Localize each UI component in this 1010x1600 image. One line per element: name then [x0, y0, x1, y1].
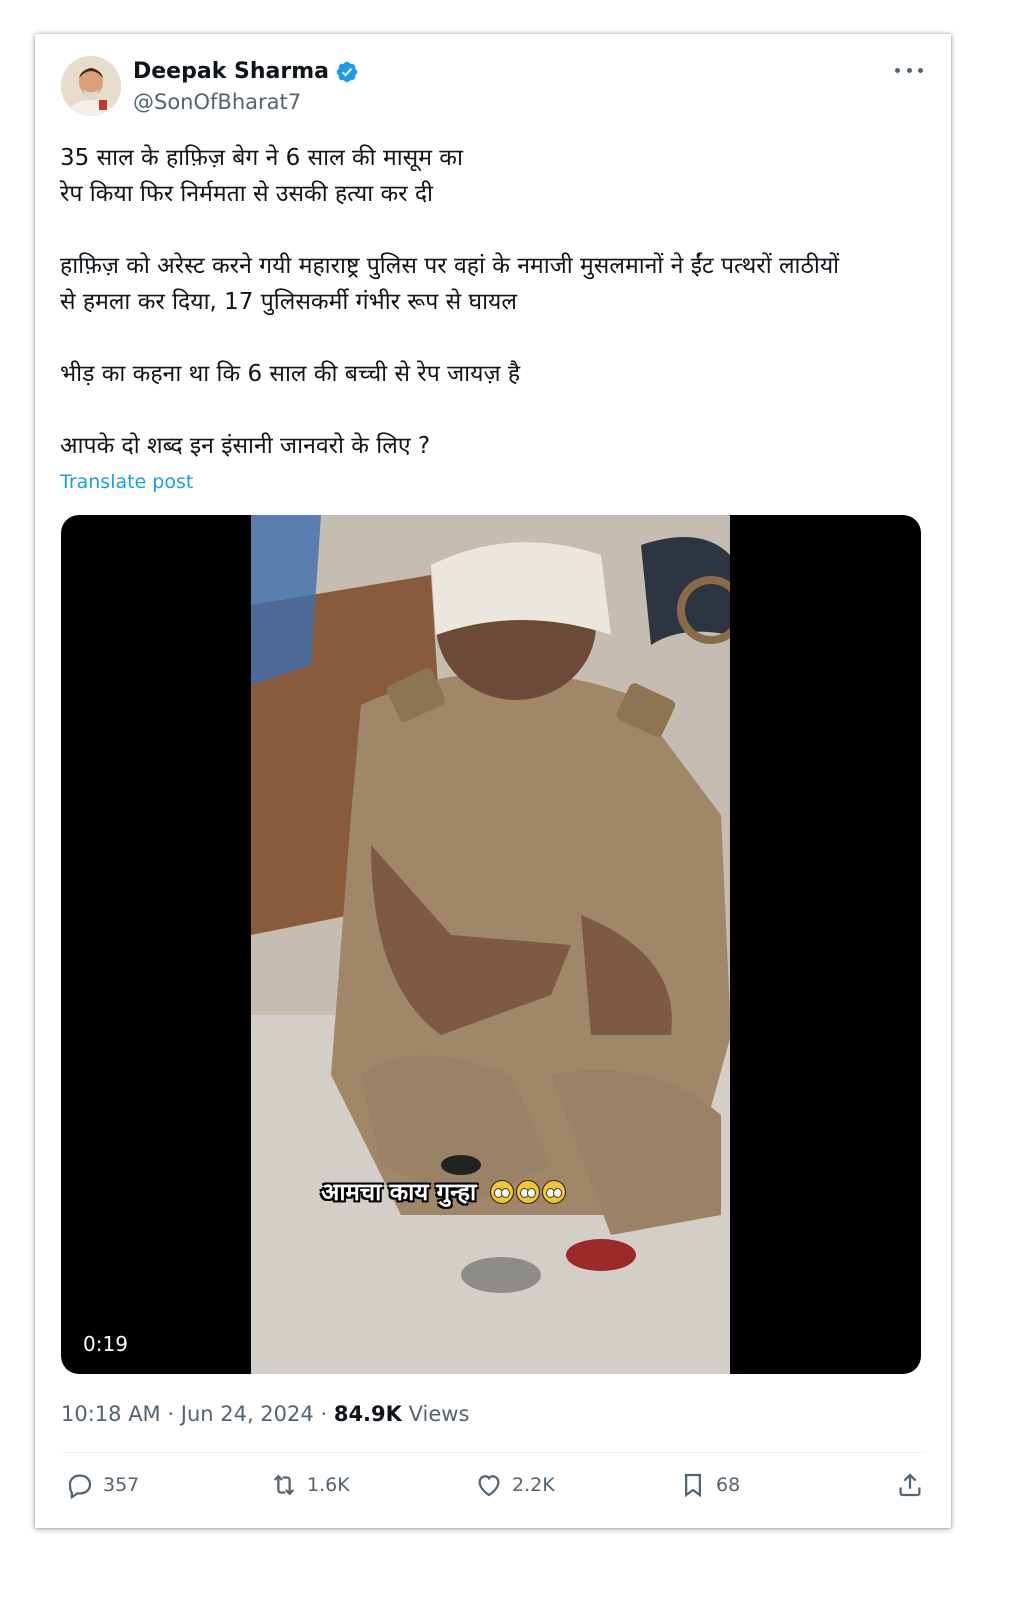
- like-count: 2.2K: [512, 1474, 555, 1496]
- tweet-paragraph: भीड़ का कहना था कि 6 साल की बच्ची से रेप…: [60, 361, 521, 387]
- tweet-text: 35 साल के हाफ़िज़ बेग ने 6 साल की मासूम …: [60, 140, 930, 464]
- video-duration: 0:19: [83, 1332, 128, 1356]
- reply-icon: [68, 1474, 92, 1500]
- dot-icon: [906, 67, 912, 73]
- divider: [61, 1452, 925, 1453]
- verified-badge-icon: [336, 61, 358, 83]
- tweet-date[interactable]: Jun 24, 2024: [181, 1402, 314, 1426]
- tweet-paragraph: आपके दो शब्द इन इंसानी जानवरो के लिए ?: [60, 433, 431, 459]
- repost-button[interactable]: 1.6K: [269, 1470, 350, 1500]
- reply-count: 357: [103, 1474, 140, 1496]
- emoji-group: [490, 1179, 567, 1204]
- video-caption: आमचा काय गुन्हा: [321, 1175, 567, 1208]
- tweet-card: Deepak Sharma @SonOfBharat7 35 साल के हा…: [35, 34, 951, 1528]
- bookmark-count: 68: [716, 1474, 741, 1496]
- bookmark-button[interactable]: 68: [678, 1470, 740, 1500]
- bookmark-icon: [685, 1473, 701, 1498]
- relieved-face-icon: [542, 1179, 567, 1204]
- video-player[interactable]: आमचा काय गुन्हा 0:19: [61, 515, 921, 1374]
- dot-icon: [918, 67, 923, 73]
- repost-count: 1.6K: [307, 1474, 350, 1496]
- pleading-face-icon: [516, 1179, 541, 1204]
- like-button[interactable]: 2.2K: [474, 1470, 555, 1500]
- pleading-face-icon: [490, 1179, 515, 1204]
- heart-icon: [478, 1475, 500, 1497]
- tweet-paragraph: 35 साल के हाफ़िज़ बेग ने 6 साल की मासूम …: [60, 145, 463, 207]
- video-thumbnail[interactable]: आमचा काय गुन्हा: [251, 515, 730, 1374]
- more-options-button[interactable]: [895, 60, 923, 80]
- tweet-paragraph: हाफ़िज़ को अरेस्ट करने गयी महाराष्ट्र पु…: [60, 253, 840, 315]
- action-bar: 357 1.6K 2.2K 68: [61, 1470, 925, 1510]
- author-handle[interactable]: @SonOfBharat7: [133, 89, 301, 115]
- meta-separator: ·: [320, 1402, 328, 1426]
- meta-separator: ·: [167, 1402, 175, 1426]
- reply-button[interactable]: 357: [65, 1470, 139, 1500]
- share-icon: [899, 1473, 921, 1497]
- author-name-row[interactable]: Deepak Sharma: [133, 58, 359, 86]
- translate-post-link[interactable]: Translate post: [60, 470, 193, 494]
- author-name[interactable]: Deepak Sharma: [133, 58, 329, 86]
- tweet-time[interactable]: 10:18 AM: [61, 1402, 161, 1426]
- views-count: 84.9K: [333, 1402, 402, 1426]
- caption-text: आमचा काय गुन्हा: [321, 1178, 477, 1206]
- tweet-meta: 10:18 AM · Jun 24, 2024 · 84.9K Views: [61, 1400, 469, 1428]
- repost-icon: [273, 1474, 295, 1496]
- avatar[interactable]: [61, 56, 121, 116]
- share-button[interactable]: [895, 1470, 925, 1500]
- views-label: Views: [408, 1402, 470, 1426]
- dot-icon: [895, 67, 900, 73]
